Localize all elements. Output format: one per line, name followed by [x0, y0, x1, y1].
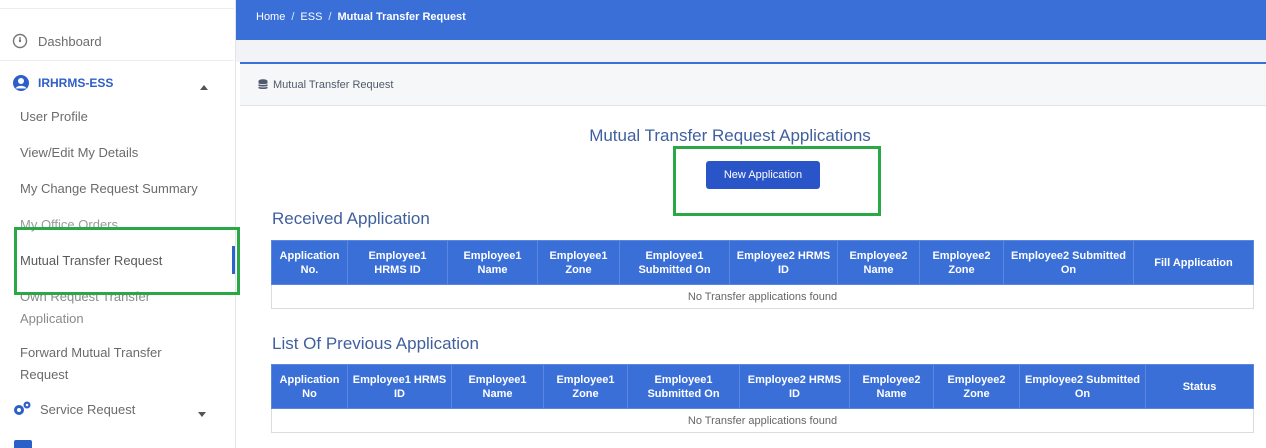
- breadcrumb-separator: /: [291, 11, 295, 23]
- breadcrumb-ess[interactable]: ESS: [300, 11, 322, 23]
- table-row: No Transfer applications found: [271, 284, 1254, 309]
- column-header: Employee2 Zone: [919, 240, 1004, 285]
- panel-header: Mutual Transfer Request: [240, 62, 1266, 106]
- user-circle-icon: [12, 74, 30, 92]
- column-header: Employee2 Name: [849, 364, 934, 409]
- page-title: Mutual Transfer Request Applications: [589, 126, 871, 145]
- gears-icon: [12, 400, 32, 418]
- sidebar-label-dashboard: Dashboard: [38, 33, 102, 49]
- sidebar-item-service-request[interactable]: Service Request: [0, 398, 234, 420]
- breadcrumb-current: Mutual Transfer Request: [337, 11, 466, 23]
- sidebar-section-label: IRHRMS-ESS: [38, 76, 114, 90]
- previous-application-table: Application No Employee1 HRMS ID Employe…: [271, 364, 1254, 433]
- chevron-down-icon: [198, 406, 206, 421]
- top-bar: Home / ESS / Mutual Transfer Request: [236, 0, 1266, 40]
- column-header: Employee1 HRMS ID: [347, 364, 452, 409]
- database-icon: [258, 79, 268, 90]
- breadcrumb-home[interactable]: Home: [256, 11, 285, 23]
- received-application-title: Received Application: [272, 209, 430, 228]
- breadcrumb-separator: /: [328, 11, 332, 23]
- column-header: Employee2 Submitted On: [1019, 364, 1146, 409]
- sidebar-item-view-edit-details[interactable]: View/Edit My Details: [20, 142, 138, 164]
- column-header: Employee2 Submitted On: [1003, 240, 1134, 285]
- sidebar-next-icon: [14, 440, 32, 448]
- table-header-row: Application No. Employee1 HRMS ID Employ…: [271, 240, 1254, 285]
- column-header: Employee2 HRMS ID: [739, 364, 850, 409]
- sidebar-label-service-request: Service Request: [40, 401, 136, 417]
- column-header: Status: [1145, 364, 1254, 409]
- sidebar-item-user-profile[interactable]: User Profile: [20, 106, 88, 128]
- sidebar-section-irhrms-ess[interactable]: IRHRMS-ESS: [0, 72, 234, 94]
- column-header: Employee1 Name: [447, 240, 538, 285]
- column-header: Employee1 HRMS ID: [347, 240, 448, 285]
- sidebar-item-forward-mutual-transfer[interactable]: Forward Mutual Transfer Request: [20, 342, 210, 386]
- highlight-box-sidebar: [14, 227, 240, 295]
- column-header: Employee1 Zone: [543, 364, 628, 409]
- empty-message: No Transfer applications found: [271, 408, 1254, 433]
- column-header: Employee1 Zone: [537, 240, 620, 285]
- column-header: Employee2 Zone: [933, 364, 1020, 409]
- dashboard-icon: [12, 33, 28, 49]
- sidebar-divider: [0, 60, 234, 61]
- received-application-table: Application No. Employee1 HRMS ID Employ…: [271, 240, 1254, 309]
- column-header: Application No.: [271, 240, 348, 285]
- highlight-box-button: [673, 146, 881, 216]
- column-header: Employee2 Name: [837, 240, 920, 285]
- column-header: Employee1 Name: [451, 364, 544, 409]
- column-header: Fill Application: [1133, 240, 1254, 285]
- sidebar-item-change-request-summary[interactable]: My Change Request Summary: [20, 178, 198, 200]
- table-row: No Transfer applications found: [271, 408, 1254, 433]
- content-gap: [236, 40, 1266, 62]
- sidebar-divider: [0, 8, 234, 9]
- sidebar: Dashboard IRHRMS-ESS User Profile View/E…: [0, 0, 236, 448]
- chevron-up-icon: [200, 78, 208, 93]
- sidebar-item-dashboard[interactable]: Dashboard: [0, 30, 234, 52]
- column-header: Employee1 Submitted On: [619, 240, 730, 285]
- column-header: Application No: [271, 364, 348, 409]
- panel-header-title: Mutual Transfer Request: [273, 78, 394, 91]
- empty-message: No Transfer applications found: [271, 284, 1254, 309]
- breadcrumb: Home / ESS / Mutual Transfer Request: [256, 11, 466, 23]
- column-header: Employee2 HRMS ID: [729, 240, 838, 285]
- column-header: Employee1 Submitted On: [627, 364, 740, 409]
- previous-application-title: List Of Previous Application: [272, 334, 479, 353]
- table-header-row: Application No Employee1 HRMS ID Employe…: [271, 364, 1254, 409]
